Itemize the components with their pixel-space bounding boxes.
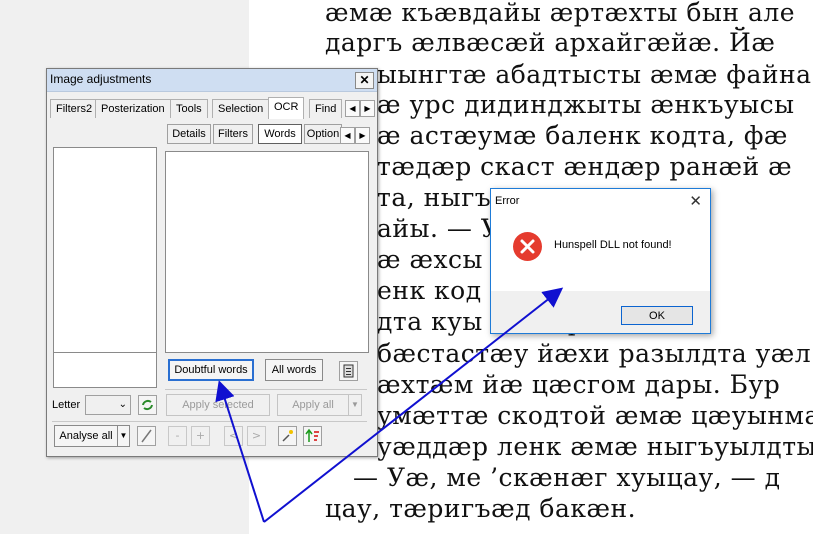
doc-line: æхтæм йæ цæсгом дары. Бур bbox=[377, 370, 781, 399]
error-message: Hunspell DLL not found! bbox=[554, 239, 672, 251]
clipboard-icon[interactable] bbox=[339, 361, 358, 381]
analyse-all-button[interactable]: Analyse all bbox=[54, 425, 118, 447]
apply-selected-button[interactable]: Apply selected bbox=[166, 394, 270, 416]
image-adjustments-panel: Image adjustments ✕ Filters2 Posterizati… bbox=[46, 68, 378, 457]
letter-combo[interactable]: ⌄ bbox=[85, 395, 131, 415]
tab-filters2[interactable]: Filters2 bbox=[50, 99, 99, 118]
panel-close-button[interactable]: ✕ bbox=[355, 72, 374, 89]
tab-tools[interactable]: Tools bbox=[170, 99, 208, 118]
error-icon bbox=[513, 232, 542, 261]
ok-button[interactable]: OK bbox=[621, 306, 693, 325]
sparkle-icon[interactable] bbox=[278, 426, 297, 446]
error-dialog-title: Error bbox=[495, 195, 520, 207]
plus-button[interactable]: + bbox=[191, 426, 210, 446]
doc-line: цау, тæригъæд бакæн. bbox=[325, 494, 637, 523]
tab-ocr[interactable]: OCR bbox=[268, 97, 305, 119]
tab-posterization[interactable]: Posterization bbox=[95, 99, 171, 118]
doc-line: тæдæр скаст æндæр ранæй æ bbox=[377, 152, 793, 181]
subtabs-scroll-right-icon[interactable]: ▶ bbox=[355, 127, 370, 144]
doc-line: уæддæр ленк æмæ ныгъуылдтыта bbox=[377, 432, 813, 461]
subtab-options[interactable]: Option bbox=[304, 124, 342, 144]
next-button[interactable]: > bbox=[247, 426, 266, 446]
doc-line: даргъ æлвæсæй архайгæйæ. Йæ bbox=[325, 28, 776, 57]
refresh-icon[interactable] bbox=[138, 395, 157, 415]
panel-title: Image adjustments bbox=[50, 72, 152, 86]
doc-line: æ астæумæ баленк кодта, фæ bbox=[377, 121, 788, 150]
chevron-down-icon: ⌄ bbox=[118, 399, 127, 410]
apply-all-dropdown-icon[interactable]: ▼ bbox=[348, 394, 362, 416]
prev-button[interactable]: < bbox=[224, 426, 243, 446]
panel-titlebar[interactable]: Image adjustments ✕ bbox=[47, 69, 377, 92]
divider bbox=[165, 389, 367, 390]
subtab-words[interactable]: Words bbox=[258, 124, 302, 144]
left-preview-box[interactable] bbox=[53, 352, 157, 388]
doubtful-words-button[interactable]: Doubtful words bbox=[168, 359, 254, 381]
error-dialog-titlebar[interactable]: Error ✕ bbox=[491, 189, 710, 217]
tabs-scroll-right-icon[interactable]: ▶ bbox=[360, 100, 375, 117]
words-list[interactable] bbox=[165, 151, 369, 353]
error-dialog-body: Hunspell DLL not found! bbox=[491, 217, 710, 291]
error-dialog: Error ✕ Hunspell DLL not found! OK bbox=[490, 188, 711, 334]
doc-line: — Уæ, ме ’скæнæг хуыцау, — д bbox=[353, 463, 781, 492]
wand-icon[interactable] bbox=[137, 426, 156, 446]
subtabs-scroll-left-icon[interactable]: ◀ bbox=[340, 127, 355, 144]
doc-line: æ урс дидинджыты æнкъуысы bbox=[377, 90, 795, 119]
subtab-filters[interactable]: Filters bbox=[213, 124, 253, 144]
tab-selection[interactable]: Selection bbox=[212, 99, 270, 118]
all-words-button[interactable]: All words bbox=[265, 359, 323, 381]
apply-all-button[interactable]: Apply all bbox=[277, 394, 349, 416]
main-tabs: Filters2 Posterization Tools Selection O… bbox=[50, 97, 375, 119]
left-list[interactable] bbox=[53, 147, 157, 353]
letter-label: Letter bbox=[52, 399, 81, 411]
analyse-dropdown-icon[interactable]: ▼ bbox=[117, 425, 130, 447]
sort-icon[interactable] bbox=[303, 426, 322, 446]
doc-line: умæттæ скодтой æмæ цæуынма bbox=[377, 401, 813, 430]
subtab-details[interactable]: Details bbox=[167, 124, 211, 144]
tabs-scroll-left-icon[interactable]: ◀ bbox=[345, 100, 360, 117]
doc-line: бæстастæу йæхи разылдта уæл bbox=[377, 339, 812, 368]
doc-line: ыынгтæ абадтысты æмæ файна bbox=[377, 60, 812, 89]
minus-button[interactable]: - bbox=[168, 426, 187, 446]
divider bbox=[52, 421, 367, 422]
tab-find[interactable]: Find bbox=[309, 99, 343, 118]
doc-line: æмæ къæвдайы æртæхты бын але bbox=[325, 0, 796, 27]
error-close-icon[interactable]: ✕ bbox=[689, 192, 702, 210]
